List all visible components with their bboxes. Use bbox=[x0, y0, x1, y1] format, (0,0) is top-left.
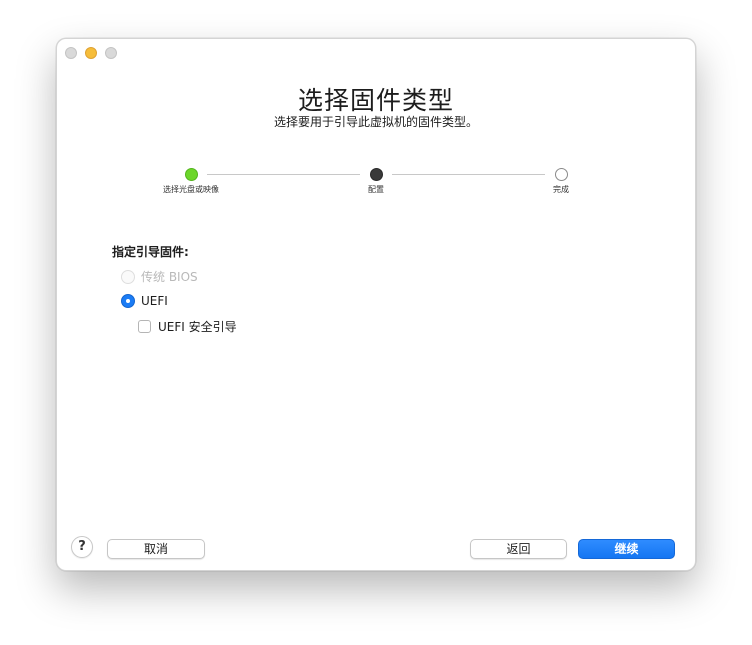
legacy-bios-radio bbox=[121, 269, 135, 284]
help-button[interactable]: ? bbox=[71, 536, 93, 558]
legacy-bios-option: 传统 BIOS bbox=[121, 268, 198, 285]
step-2-current-indicator bbox=[370, 168, 383, 181]
step-1-label: 选择光盘或映像 bbox=[163, 185, 219, 194]
page-title: 选择固件类型 bbox=[297, 86, 454, 115]
uefi-label: UEFI bbox=[141, 294, 168, 308]
step-3-label: 完成 bbox=[553, 185, 569, 194]
uefi-secure-boot-label: UEFI 安全引导 bbox=[158, 320, 237, 334]
step-2-label: 配置 bbox=[368, 185, 384, 194]
minimize-window-button[interactable] bbox=[85, 47, 97, 59]
window-controls bbox=[65, 47, 117, 59]
progress-steps: 选择光盘或映像 配置 完成 bbox=[57, 167, 695, 197]
page-subtitle: 选择要用于引导此虚拟机的固件类型。 bbox=[273, 115, 478, 129]
legacy-bios-label: 传统 BIOS bbox=[141, 270, 198, 284]
continue-button[interactable]: 继续 bbox=[578, 539, 675, 559]
step-3-pending-indicator bbox=[555, 168, 568, 181]
uefi-option[interactable]: UEFI bbox=[121, 294, 168, 308]
cancel-button[interactable]: 取消 bbox=[107, 539, 205, 559]
uefi-secure-boot-checkbox[interactable] bbox=[138, 320, 151, 333]
zoom-window-button[interactable] bbox=[105, 47, 117, 59]
vm-setup-window: 选择固件类型 选择要用于引导此虚拟机的固件类型。 选择光盘或映像 配置 完成 指… bbox=[56, 38, 696, 571]
close-window-button[interactable] bbox=[65, 47, 77, 59]
step-1-done-indicator bbox=[185, 168, 198, 181]
uefi-radio[interactable] bbox=[121, 294, 135, 308]
uefi-secure-boot-option[interactable]: UEFI 安全引导 bbox=[138, 318, 237, 335]
step-connector-1 bbox=[207, 174, 360, 175]
firmware-section-label: 指定引导固件: bbox=[112, 245, 189, 259]
back-button[interactable]: 返回 bbox=[470, 539, 567, 559]
step-connector-2 bbox=[392, 174, 545, 175]
